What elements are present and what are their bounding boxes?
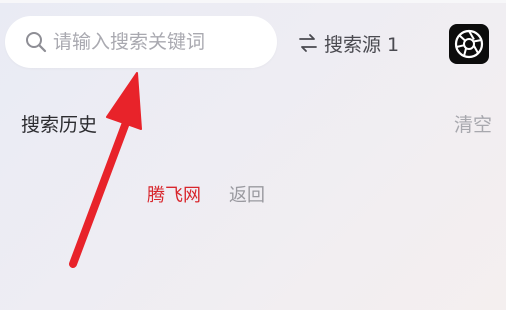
- search-input[interactable]: [53, 26, 263, 58]
- clear-history-button[interactable]: 清空: [454, 110, 492, 137]
- aperture-icon: [454, 29, 484, 59]
- swap-arrows-icon: [299, 34, 317, 52]
- top-edge-strip: [0, 0, 506, 3]
- history-item-watermark[interactable]: 腾飞网: [147, 181, 201, 207]
- search-source-label: 搜索源 1: [324, 33, 400, 56]
- search-history-title: 搜索历史: [21, 114, 98, 136]
- search-source-switch[interactable]: 搜索源 1: [298, 28, 399, 58]
- search-box[interactable]: [5, 16, 277, 68]
- settings-button[interactable]: [449, 24, 489, 64]
- search-icon: [26, 32, 47, 53]
- history-item-back[interactable]: 返回: [229, 181, 265, 207]
